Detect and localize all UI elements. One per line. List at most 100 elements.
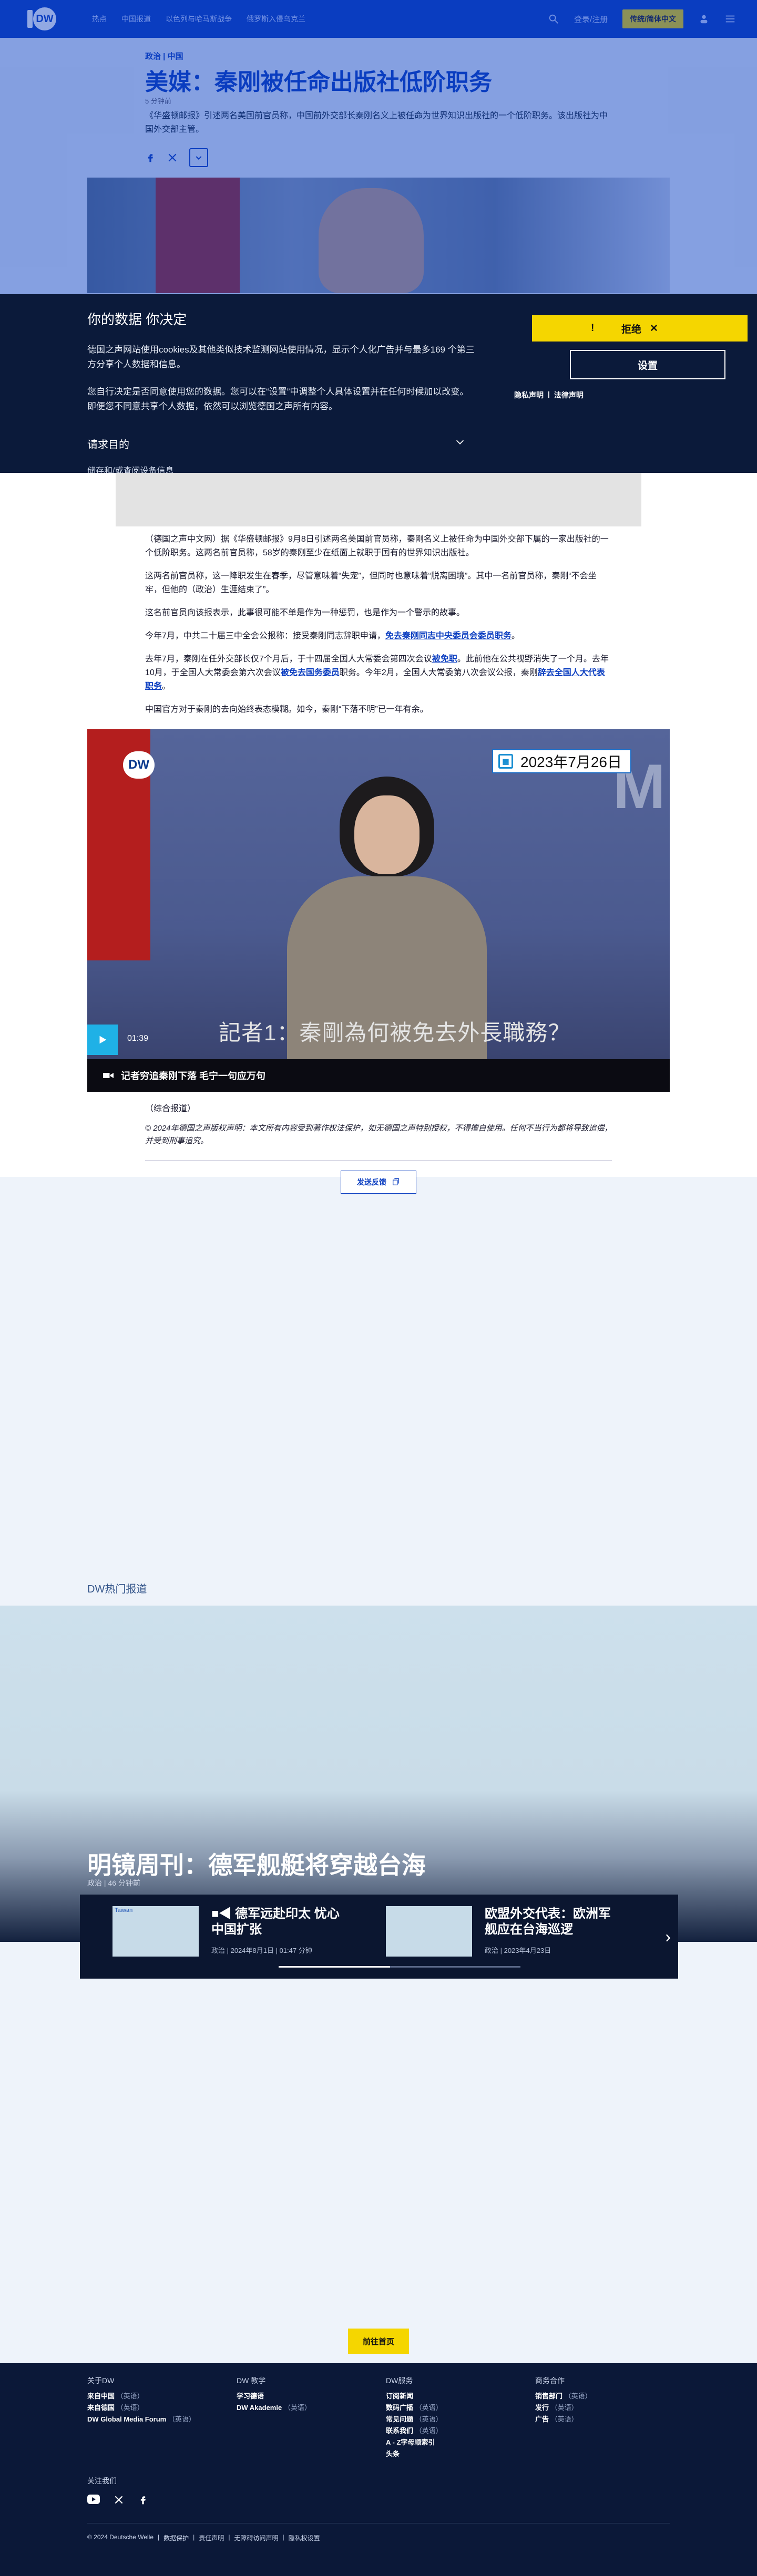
- card-meta: 政治 | 2023年4月23日: [485, 1947, 551, 1954]
- youtube-icon[interactable]: [87, 2495, 100, 2504]
- footer-bottom: © 2024 Deutsche Welle | 数据保护 | 责任声明 | 无障碍访问…: [87, 2533, 320, 2542]
- divider: [145, 1160, 612, 1161]
- footer-link[interactable]: 数码广播 （英语）: [386, 2402, 443, 2414]
- reject-button[interactable]: ! 拒绝 ✕: [532, 315, 748, 342]
- footer-data-protection[interactable]: 数据保护: [163, 2533, 189, 2542]
- link-dismissed[interactable]: 被免职: [432, 655, 457, 664]
- video-date-badge: ▦ 2023年7月26日: [492, 749, 632, 773]
- paragraph-text: 职务。今年2月，全国人大常委第八次会议公报，秦刚: [339, 668, 538, 677]
- paragraph-end: 。: [511, 632, 520, 640]
- video-player[interactable]: M DW ▦ 2023年7月26日 記者1：秦剛為何被免去外長職務？ 01:39: [87, 729, 670, 1059]
- cookie-text-2: 您自行决定是否同意使用您的数据。您可以在“设置”中调整个人具体设置并在任何时候加…: [87, 387, 469, 411]
- cookie-purpose-toggle[interactable]: 请求目的: [87, 436, 466, 451]
- footer-col-services: DW服务 订阅新闻 数码广播 （英语） 常见问题 （英语） 联系我们 （英语） …: [386, 2375, 443, 2460]
- cookie-text-1: 德国之声网站使用cookies及其他类似技术监测网站使用情况，显示个人化广告并与…: [87, 345, 475, 369]
- footer-col-about: 关于DW 来自中国 （英语） 来自德国 （英语） DW Global Media…: [87, 2375, 196, 2425]
- footer-link[interactable]: 发行 （英语）: [535, 2402, 592, 2414]
- footer-heading: 关于DW: [87, 2376, 115, 2385]
- footer-col-business: 商务合作 销售部门 （英语） 发行 （英语） 广告 （英语）: [535, 2375, 592, 2425]
- video-duration: 01:39: [127, 1034, 149, 1043]
- footer-heading: DW服务: [386, 2376, 413, 2385]
- footer: 关于DW 来自中国 （英语） 来自德国 （英语） DW Global Media…: [0, 2363, 757, 2576]
- hot-title[interactable]: 明镜周刊：德军舰艇将穿越台海: [87, 1846, 426, 1881]
- legal-notice-link[interactable]: 法律声明: [554, 390, 584, 400]
- legal-separator: |: [548, 390, 550, 398]
- cookie-title: 你的数据 你决定: [87, 312, 187, 327]
- feedback-label: 发送反馈: [357, 1178, 386, 1186]
- card-thumbnail: [386, 1906, 472, 1957]
- calendar-icon: ▦: [498, 754, 513, 769]
- follow-label: 关注我们: [87, 2477, 117, 2485]
- feedback-button[interactable]: 发送反馈: [341, 1171, 416, 1194]
- privacy-link[interactable]: 隐私声明: [514, 390, 544, 400]
- card-title: 欧盟外交代表：欧洲军舰应在台海巡逻: [485, 1907, 611, 1937]
- video-date-text: 2023年7月26日: [520, 754, 622, 770]
- article-paragraph: 去年7月，秦刚在任外交部长仅7个月后，于十四届全国人大常委会第四次会议被免职。此…: [145, 653, 612, 694]
- cookie-purpose-label: 请求目的: [87, 439, 129, 451]
- footer-link[interactable]: DW Akademie （英语）: [237, 2402, 311, 2414]
- play-button[interactable]: [87, 1025, 118, 1055]
- article-paragraph: 今年7月，中共二十届三中全会公报称：接受秦刚同志辞职申请，免去秦刚同志中央委员会…: [145, 629, 612, 643]
- reject-label: 拒绝: [621, 324, 642, 335]
- warning-icon: !: [591, 323, 595, 334]
- article-paragraph: 这名前官员向该报表示，此事很可能不单是作为一种惩罚，也是作为一个警示的故事。: [145, 608, 465, 617]
- article-paragraph: 这两名前官员称，这一降职发生在春季，尽管意味着“失宠”，但同时也意味着“脱离困境…: [145, 572, 597, 594]
- article-paragraph: （德国之声中文网）据《华盛顿邮报》9月8日引述两名美国前官员称，秦刚名义上被任命…: [145, 535, 609, 557]
- chevron-right-icon[interactable]: ›: [665, 1927, 671, 1947]
- close-icon: ✕: [650, 323, 658, 334]
- footer-privacy-settings[interactable]: 隐私权设置: [289, 2533, 320, 2542]
- legal-links: 隐私声明 | 法律声明: [514, 390, 584, 400]
- speaker-face: [354, 795, 420, 874]
- footer-disclaimer[interactable]: 责任声明: [199, 2533, 224, 2542]
- footer-heading: DW 教学: [237, 2376, 266, 2385]
- footer-link[interactable]: 广告 （英语）: [535, 2414, 592, 2425]
- hot-hero-image[interactable]: [0, 1606, 757, 1942]
- facebook-icon[interactable]: [138, 2495, 148, 2505]
- x-twitter-icon[interactable]: [114, 2495, 124, 2505]
- carousel-progress: [279, 1966, 520, 1968]
- video-dw-logo: DW: [123, 751, 155, 779]
- home-button[interactable]: 前往首页: [348, 2329, 409, 2354]
- cookie-purpose-item: 储存和/或查阅设备信息: [87, 467, 174, 473]
- footer-link[interactable]: 订阅新闻: [386, 2391, 443, 2402]
- social-links: [87, 2495, 148, 2505]
- card-thumbnail: Taiwan: [112, 1906, 199, 1957]
- footer-link[interactable]: 销售部门 （英语）: [535, 2391, 592, 2402]
- footer-link[interactable]: 头条: [386, 2448, 443, 2460]
- carousel-card[interactable]: Taiwan ■◀ 德军远赴印太 忧心中国扩张 政治 | 2024年8月1日 |…: [112, 1906, 343, 1959]
- video-caption-text: 记者穷追秦刚下落 毛宁一句应万句: [121, 1071, 265, 1081]
- footer-link[interactable]: 来自德国 （英语）: [87, 2402, 196, 2414]
- link-state-councilor[interactable]: 被免去国务委员: [281, 668, 340, 677]
- paragraph-text: 今年7月，中共二十届三中全会公报称：接受秦刚同志辞职申请，: [145, 632, 385, 640]
- video-caption: 记者穷追秦刚下落 毛宁一句应万句: [87, 1059, 670, 1092]
- copy-icon: [393, 1178, 399, 1185]
- copyright-notice: © 2024年德国之声版权声明：本文所有内容受到著作权法保护，如无德国之声特别授…: [145, 1124, 612, 1145]
- footer-col-learn: DW 教学 学习德语 DW Akademie （英语）: [237, 2375, 311, 2414]
- related-carousel: Taiwan ■◀ 德军远赴印太 忧心中国扩张 政治 | 2024年8月1日 |…: [80, 1895, 678, 1979]
- article-source: （综合报道）: [145, 1104, 196, 1113]
- article-paragraph: 中国官方对于秦刚的去向始终表态模糊。如今，秦刚“下落不明”已一年有余。: [145, 705, 428, 714]
- footer-link[interactable]: 来自中国 （英语）: [87, 2391, 196, 2402]
- overlay-dim: [0, 0, 757, 294]
- settings-button[interactable]: 设置: [570, 350, 725, 379]
- paragraph-text: 去年7月，秦刚在任外交部长仅7个月后，于十四届全国人大常委会第四次会议: [145, 655, 432, 664]
- footer-link[interactable]: 联系我们 （英语）: [386, 2425, 443, 2437]
- footer-link[interactable]: 常见问题 （英语）: [386, 2414, 443, 2425]
- video-camera-icon: [103, 1073, 114, 1078]
- footer-link[interactable]: A - Z字母顺索引: [386, 2437, 443, 2448]
- footer-link[interactable]: 学习德语: [237, 2391, 311, 2402]
- chevron-down-icon: [456, 440, 464, 444]
- footer-heading: 商务合作: [535, 2376, 565, 2385]
- card-meta: 政治 | 2024年8月1日 | 01:47 分钟: [211, 1947, 312, 1954]
- carousel-progress-fill: [279, 1966, 390, 1968]
- play-icon: [99, 1036, 107, 1044]
- carousel-card[interactable]: 欧盟外交代表：欧洲军舰应在台海巡逻 政治 | 2023年4月23日: [386, 1906, 616, 1959]
- footer-accessibility[interactable]: 无障碍访问声明: [234, 2533, 278, 2542]
- video-speaker: [287, 761, 487, 1059]
- link-qin-gang-removed[interactable]: 免去秦刚同志中央委员会委员职务: [385, 632, 512, 640]
- footer-link[interactable]: DW Global Media Forum （英语）: [87, 2414, 196, 2425]
- cookie-banner: 你的数据 你决定 德国之声网站使用cookies及其他类似技术监测网站使用情况，…: [0, 294, 757, 473]
- ad-placeholder: [116, 473, 641, 526]
- paragraph-end: 。: [162, 682, 171, 691]
- hot-meta: 政治 | 46 分钟前: [87, 1879, 140, 1887]
